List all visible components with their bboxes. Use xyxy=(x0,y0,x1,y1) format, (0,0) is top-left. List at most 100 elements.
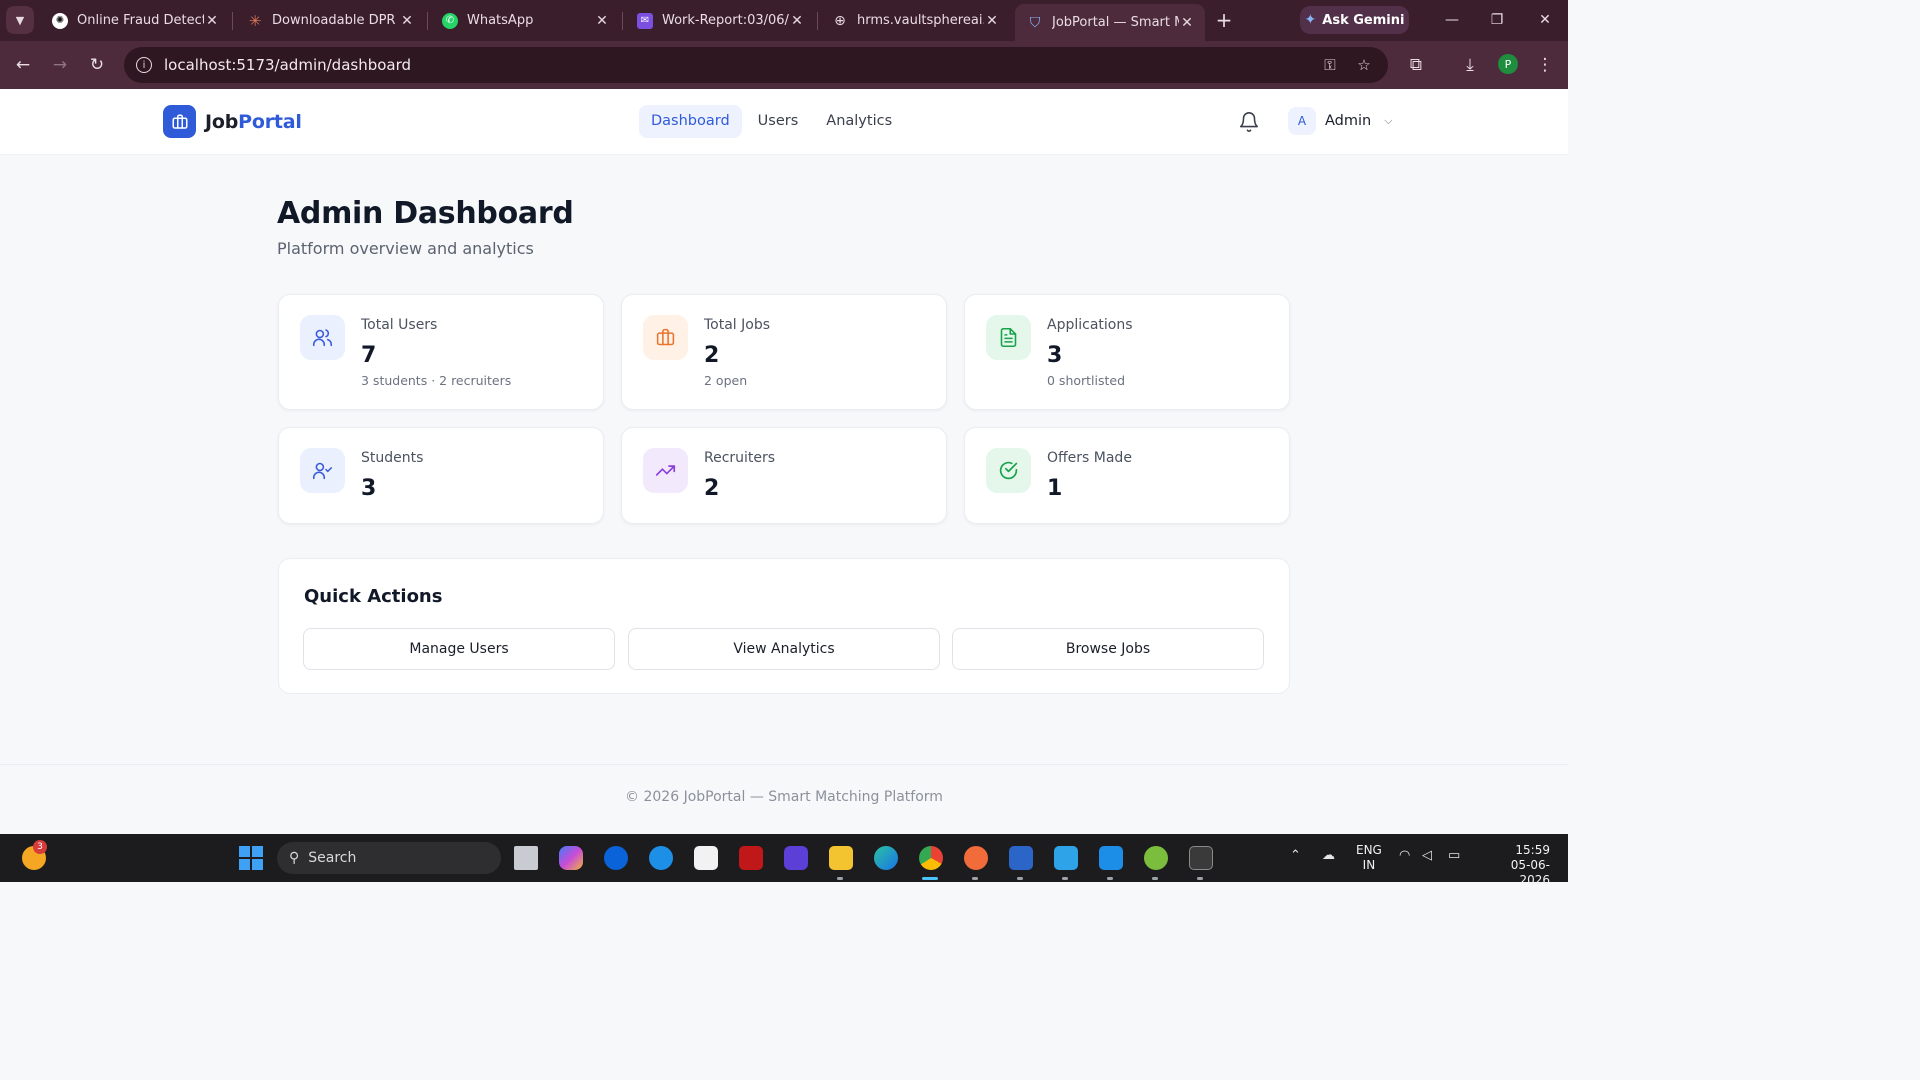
tab-work-report[interactable]: ✉ Work-Report:03/06/20 ✕ xyxy=(625,6,815,35)
tab-title: hrms.vaultsphereai.in xyxy=(857,13,984,28)
nav-analytics[interactable]: Analytics xyxy=(814,105,904,138)
hp-icon[interactable] xyxy=(604,846,628,870)
tab-title: Downloadable DPR for xyxy=(272,13,399,28)
site-info-icon[interactable]: i xyxy=(136,57,152,73)
nav-dashboard[interactable]: Dashboard xyxy=(639,105,742,138)
terminal-icon[interactable] xyxy=(1189,846,1213,870)
postman-icon[interactable] xyxy=(964,846,988,870)
app-header: JobPortal Dashboard Users Analytics A Ad… xyxy=(0,89,1568,155)
ask-gemini-button[interactable]: ✦ Ask Gemini xyxy=(1300,6,1409,34)
profile-avatar[interactable]: P xyxy=(1498,54,1518,74)
download-icon[interactable]: ⤓ xyxy=(1458,53,1482,77)
close-icon[interactable]: ✕ xyxy=(1179,15,1195,31)
new-tab-button[interactable]: + xyxy=(1214,10,1234,30)
word-icon[interactable] xyxy=(1009,846,1033,870)
stat-label: Offers Made xyxy=(1047,450,1132,466)
media-icon[interactable] xyxy=(784,846,808,870)
quick-actions-panel: Quick Actions Manage Users View Analytic… xyxy=(278,558,1290,694)
close-icon[interactable]: ✕ xyxy=(204,13,220,29)
stat-value: 2 xyxy=(704,343,720,368)
browser-tab-strip: ▼ ✺ Online Fraud Detection ✕ ✳ Downloada… xyxy=(0,0,1568,41)
stat-label: Total Users xyxy=(361,317,438,333)
user-menu[interactable]: A Admin ⌵ xyxy=(1288,107,1393,135)
windows-taskbar: 3 ⚲ Search ⌃ ☁ ENG IN ◠ ◁ ▭ 15:59 05-06-… xyxy=(0,834,1568,887)
view-analytics-button[interactable]: View Analytics xyxy=(628,628,940,670)
tab-hrms[interactable]: ⊕ hrms.vaultsphereai.in ✕ xyxy=(820,6,1010,35)
page-subtitle: Platform overview and analytics xyxy=(277,239,534,258)
claude-icon: ✳ xyxy=(248,11,262,30)
windows-start-icon[interactable] xyxy=(239,846,263,870)
language-indicator[interactable]: ENG IN xyxy=(1356,843,1382,873)
user-name: Admin xyxy=(1325,113,1372,129)
browser-toolbar: ← → ↻ i localhost:5173/admin/dashboard ⚿… xyxy=(0,41,1568,89)
bell-icon[interactable] xyxy=(1238,110,1260,134)
minimize-button[interactable]: — xyxy=(1440,8,1464,32)
extensions-icon[interactable]: ⧉ xyxy=(1404,53,1428,77)
cloud-off-icon[interactable]: ☁ xyxy=(1322,848,1335,863)
battery-icon[interactable]: ▭ xyxy=(1448,848,1460,863)
mcafee-icon[interactable] xyxy=(739,846,763,870)
key-icon[interactable]: ⚿ xyxy=(1320,55,1340,75)
nav-users[interactable]: Users xyxy=(746,105,811,138)
document-icon xyxy=(986,315,1031,360)
clock[interactable]: 15:59 05-06-2026 xyxy=(1482,843,1550,888)
address-bar[interactable]: i localhost:5173/admin/dashboard ⚿ ☆ xyxy=(124,47,1388,83)
forward-button[interactable]: → xyxy=(48,53,72,77)
copilot-icon[interactable] xyxy=(559,846,583,870)
tab-fraud-detection[interactable]: ✺ Online Fraud Detection ✕ xyxy=(40,6,230,35)
stat-sub: 3 students · 2 recruiters xyxy=(361,373,512,388)
edge-icon[interactable] xyxy=(874,846,898,870)
stat-value: 7 xyxy=(361,343,377,368)
stat-label: Applications xyxy=(1047,317,1133,333)
chevron-up-icon[interactable]: ⌃ xyxy=(1290,848,1301,863)
close-icon[interactable]: ✕ xyxy=(789,13,805,29)
logo[interactable]: JobPortal xyxy=(163,105,302,138)
reload-button[interactable]: ↻ xyxy=(85,53,109,77)
notification-badge: 3 xyxy=(33,840,47,854)
mail-icon: ✉ xyxy=(637,12,653,29)
close-icon[interactable]: ✕ xyxy=(984,13,1000,29)
stat-card-recruiters: Recruiters 2 xyxy=(621,427,947,524)
shield-icon: ⛉ xyxy=(1029,14,1041,31)
tab-dpr[interactable]: ✳ Downloadable DPR for ✕ xyxy=(235,6,425,35)
taskbar-search[interactable]: ⚲ Search xyxy=(277,842,501,874)
back-button[interactable]: ← xyxy=(11,53,35,77)
help-icon[interactable] xyxy=(649,846,673,870)
tab-search-button[interactable]: ▼ xyxy=(6,6,34,34)
volume-icon[interactable]: ◁ xyxy=(1422,848,1432,863)
manage-users-button[interactable]: Manage Users xyxy=(303,628,615,670)
search-icon: ⚲ xyxy=(289,850,300,866)
spring-icon[interactable] xyxy=(1144,846,1168,870)
close-window-button[interactable]: ✕ xyxy=(1533,8,1557,32)
trending-up-icon xyxy=(643,448,688,493)
browse-jobs-button[interactable]: Browse Jobs xyxy=(952,628,1264,670)
chrome-icon[interactable] xyxy=(919,846,943,870)
check-circle-icon xyxy=(986,448,1031,493)
close-icon[interactable]: ✕ xyxy=(399,13,415,29)
users-icon xyxy=(300,315,345,360)
bookmark-star-icon[interactable]: ☆ xyxy=(1354,55,1374,75)
briefcase-icon xyxy=(163,105,196,138)
stat-card-offers-made: Offers Made 1 xyxy=(964,427,1290,524)
restore-button[interactable]: ❐ xyxy=(1485,8,1509,32)
gemini-icon: ✦ xyxy=(1304,12,1317,28)
stat-card-applications: Applications 3 0 shortlisted xyxy=(964,294,1290,410)
menu-icon[interactable]: ⋮ xyxy=(1533,53,1557,77)
briefcase-icon xyxy=(643,315,688,360)
store-icon[interactable] xyxy=(694,846,718,870)
notepad-icon[interactable] xyxy=(1054,846,1078,870)
file-explorer-icon[interactable] xyxy=(829,846,853,870)
stat-label: Total Jobs xyxy=(704,317,771,333)
task-view-icon[interactable] xyxy=(514,846,538,870)
url-text: localhost:5173/admin/dashboard xyxy=(164,56,412,74)
main-nav: Dashboard Users Analytics xyxy=(639,105,904,138)
tab-title: Work-Report:03/06/20 xyxy=(662,13,789,28)
search-placeholder: Search xyxy=(308,850,357,866)
vscode-icon[interactable] xyxy=(1099,846,1123,870)
tab-jobportal[interactable]: ⛉ JobPortal — Smart Ma ✕ xyxy=(1015,4,1205,41)
close-icon[interactable]: ✕ xyxy=(594,13,610,29)
openai-icon: ✺ xyxy=(52,12,68,29)
page-title: Admin Dashboard xyxy=(277,196,574,231)
wifi-icon[interactable]: ◠ xyxy=(1399,848,1410,863)
tab-whatsapp[interactable]: ✆ WhatsApp ✕ xyxy=(430,6,620,35)
